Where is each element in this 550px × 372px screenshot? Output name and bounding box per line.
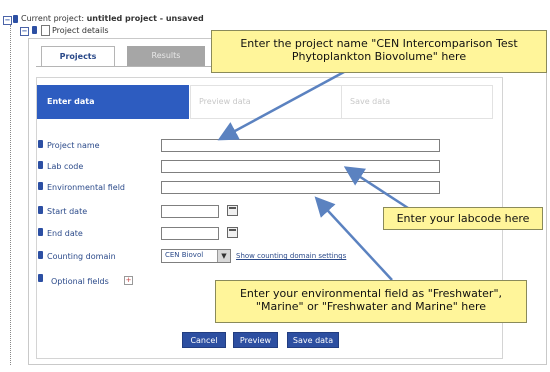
arrow-icon xyxy=(343,166,409,210)
callout-project-name: Enter the project name "CEN Intercompari… xyxy=(211,30,547,73)
arrow-icon xyxy=(217,70,345,141)
callout-environmental-line2: "Marine" or "Freshwater and Marine" here xyxy=(255,300,487,313)
callout-environmental-line1: Enter your environmental field as "Fresh… xyxy=(239,287,503,300)
callout-labcode: Enter your labcode here xyxy=(383,207,543,230)
callout-labcode-text: Enter your labcode here xyxy=(396,212,530,225)
arrow-icon xyxy=(314,196,393,281)
callout-project-name-line2: Phytoplankton Biovolume" here xyxy=(291,50,467,63)
callout-environmental-field: Enter your environmental field as "Fresh… xyxy=(215,280,527,323)
callout-project-name-line1: Enter the project name "CEN Intercompari… xyxy=(240,37,518,50)
